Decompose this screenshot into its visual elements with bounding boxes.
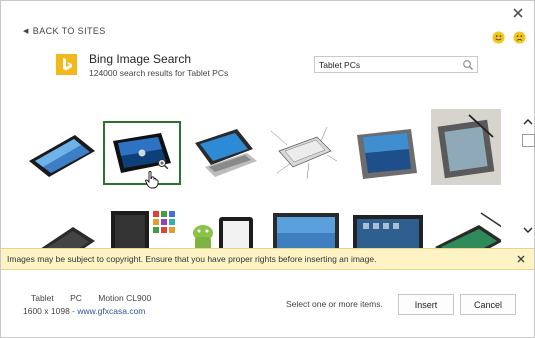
copyright-message: Images may be subject to copyright. Ensu… (7, 254, 377, 264)
image-tag: Tablet (31, 293, 54, 303)
tablet-landscape-image (29, 135, 95, 177)
insert-button[interactable]: Insert (398, 294, 454, 315)
image-tag: Motion CL900 (98, 293, 152, 303)
smile-icon[interactable] (492, 31, 505, 44)
search-input[interactable] (319, 59, 459, 70)
result-image[interactable] (23, 207, 101, 251)
tablet-asus-image (273, 213, 339, 251)
image-dimensions: 1600 x 1098 (23, 306, 70, 316)
result-image[interactable] (349, 207, 427, 251)
copyright-banner: Images may be subject to copyright. Ensu… (1, 248, 534, 270)
android-ipad-image (193, 217, 253, 251)
feedback-icons (492, 31, 526, 44)
result-image[interactable] (185, 121, 263, 185)
search-box[interactable] (314, 56, 478, 73)
image-tags: Tablet PC Motion CL900 (31, 293, 165, 303)
result-image[interactable] (107, 207, 185, 251)
tablet-apps-image (111, 211, 175, 251)
frown-icon[interactable] (513, 31, 526, 44)
tablet-dark-image (37, 227, 95, 251)
tablet-stylus-green-image (435, 212, 501, 251)
chevron-left-icon: ◀ (23, 28, 29, 35)
image-details: 1600 x 1098 - www.gfxcasa.com (23, 306, 145, 316)
back-to-sites-label: BACK TO SITES (32, 26, 106, 36)
result-image[interactable] (267, 207, 345, 251)
tablet-keyboard-image (195, 129, 257, 177)
tablet-rugged-image (357, 129, 417, 179)
cancel-button[interactable]: Cancel (460, 294, 516, 315)
tablet-diagram-image (267, 121, 345, 185)
close-banner-icon[interactable] (516, 254, 526, 264)
zoom-icon[interactable] (157, 158, 169, 170)
result-image[interactable] (431, 207, 501, 251)
result-image[interactable] (23, 121, 101, 185)
tablet-samsung-image (353, 215, 423, 251)
image-source-link[interactable]: www.gfxcasa.com (77, 306, 145, 316)
tablet-stylus-image (431, 109, 501, 185)
back-to-sites-link[interactable]: ◀ BACK TO SITES (23, 26, 106, 36)
scroll-up-icon[interactable] (523, 118, 533, 126)
page-title: Bing Image Search (89, 52, 192, 66)
close-icon[interactable] (510, 5, 526, 21)
result-image-selected[interactable] (103, 121, 181, 185)
insert-pictures-dialog: ◀ BACK TO SITES Bing Image Search 124000… (0, 0, 535, 338)
result-image[interactable] (185, 207, 263, 251)
search-icon[interactable] (462, 59, 474, 71)
result-image[interactable] (349, 121, 427, 185)
result-image[interactable] (267, 121, 345, 185)
results-count: 124000 search results for Tablet PCs (89, 68, 229, 78)
scrollbar-thumb[interactable] (522, 134, 535, 147)
tablet-windows-image (113, 133, 171, 173)
result-image[interactable] (431, 109, 501, 185)
scroll-down-icon[interactable] (523, 226, 533, 234)
image-results-grid (23, 109, 501, 251)
bing-logo-icon (56, 54, 77, 75)
image-tag: PC (70, 293, 82, 303)
selection-hint: Select one or more items. (286, 299, 383, 309)
